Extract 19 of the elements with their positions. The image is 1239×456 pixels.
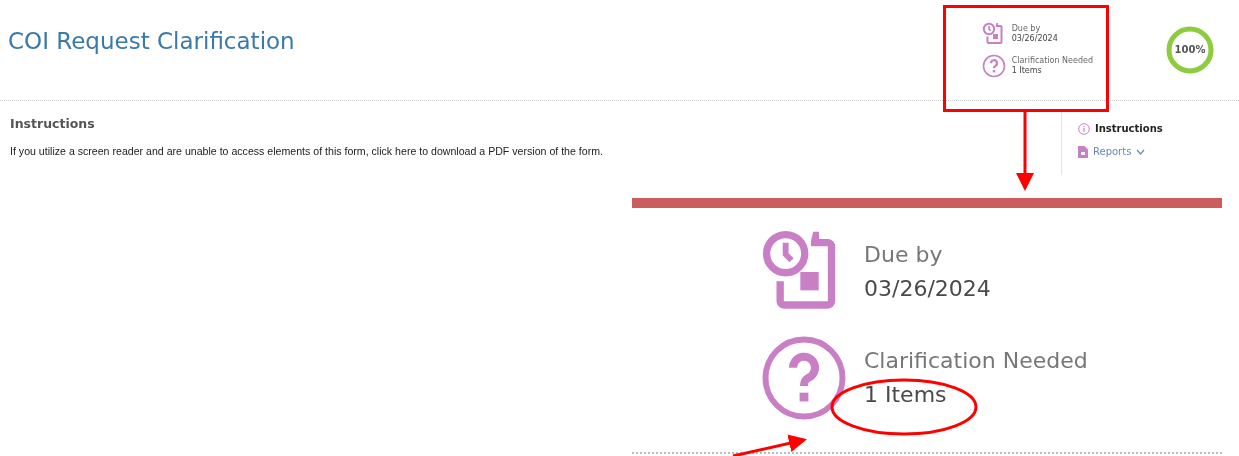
question-icon <box>760 334 848 422</box>
status-value: 03/26/2024 <box>864 275 991 303</box>
instructions-text: If you utilize a screen reader and are unable to access elements of this form, click here to download a PDF version of the form. <box>10 143 604 159</box>
status-label: Clarification Needed <box>864 346 1088 375</box>
sidebar-item[interactable]: Instructions <box>1078 121 1163 136</box>
status-label: Clarification Needed <box>1011 56 1093 66</box>
section-heading: Instructions <box>10 115 96 133</box>
status-label: Due by <box>1011 24 1042 34</box>
progress-label: 100% <box>1173 43 1207 57</box>
status-value: 03/26/2024 <box>1011 34 1058 44</box>
status-value: 1 Items <box>864 381 948 409</box>
info-icon <box>1078 122 1090 135</box>
page-title: COI Request Clarification <box>8 28 296 57</box>
status-value: 1 Items <box>1011 66 1043 76</box>
document-icon <box>1078 145 1088 158</box>
status-label: Due by <box>864 240 944 269</box>
question-icon <box>981 54 1006 78</box>
calendar-clock-icon <box>981 22 1006 46</box>
sidebar-item[interactable]: Reports <box>1078 144 1146 159</box>
